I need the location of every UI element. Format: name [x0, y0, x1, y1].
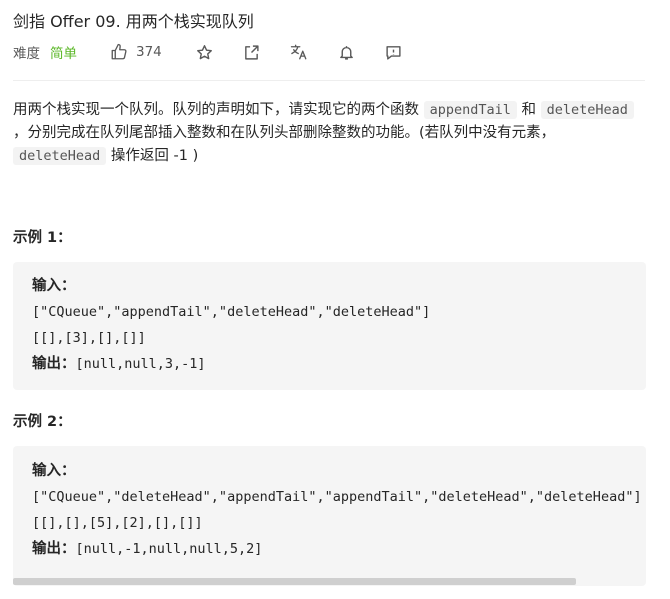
- example-input-label: 输入：: [32, 278, 76, 294]
- example-input-line: ["CQueue","appendTail","deleteHead","del…: [32, 304, 431, 320]
- example-input-label: 输入：: [32, 463, 76, 479]
- description-text: 和: [516, 102, 541, 118]
- example-output-value: [null,-1,null,null,5,2]: [75, 541, 263, 557]
- feedback-button[interactable]: [385, 44, 402, 61]
- bell-icon: [339, 45, 353, 60]
- problem-description: 用两个栈实现一个队列。队列的声明如下，请实现它的两个函数 appendTail …: [13, 99, 645, 168]
- share-button[interactable]: [243, 44, 260, 61]
- example-output-label: 输出：: [32, 356, 76, 372]
- divider: [13, 80, 645, 81]
- example-output-line: 输出：[null,-1,null,null,5,2]: [32, 536, 646, 562]
- example-2-block: 输入： ["CQueue","deleteHead","appendTail",…: [13, 446, 646, 586]
- subscribe-button[interactable]: [338, 44, 355, 61]
- example-input-line: [[],[],[5],[2],[],[]]: [32, 515, 203, 531]
- example-input-line: ["CQueue","deleteHead","appendTail","app…: [32, 489, 642, 505]
- star-icon: [196, 44, 212, 59]
- thumbs-up-icon: [111, 43, 127, 60]
- example-output-line: 输出：[null,null,3,-1]: [32, 351, 646, 377]
- description-text: 操作返回 -1 ): [106, 148, 199, 164]
- example-1-block: 输入： ["CQueue","appendTail","deleteHead",…: [13, 262, 646, 390]
- problem-title: 剑指 Offer 09. 用两个栈实现队列: [13, 12, 254, 31]
- example-1-title: 示例 1：: [13, 230, 72, 246]
- inline-code-deletehead: deleteHead: [13, 147, 107, 165]
- inline-code-appendtail: appendTail: [423, 101, 517, 119]
- description-text: ，分别完成在队列尾部插入整数和在队列头部删除整数的功能。(若队列中没有元素，: [13, 125, 556, 141]
- like-button[interactable]: 374: [110, 43, 162, 61]
- example-output-value: [null,null,3,-1]: [75, 356, 206, 372]
- horizontal-scrollbar[interactable]: [13, 578, 576, 585]
- example-2-title: 示例 2：: [13, 414, 72, 430]
- translate-button[interactable]: [290, 43, 308, 61]
- share-icon: [244, 44, 259, 60]
- inline-code-deletehead: deleteHead: [540, 101, 634, 119]
- problem-meta-bar: 难度 简单 374: [13, 41, 402, 63]
- example-input-line: [[],[3],[],[]]: [32, 330, 146, 346]
- difficulty-value: 简单: [50, 46, 77, 62]
- example-output-label: 输出：: [32, 541, 76, 557]
- favorite-button[interactable]: [196, 44, 213, 61]
- description-text: 用两个栈实现一个队列。队列的声明如下，请实现它的两个函数: [13, 102, 424, 118]
- feedback-icon: [386, 45, 401, 60]
- like-count: 374: [136, 44, 162, 60]
- difficulty-label: 难度: [13, 46, 40, 62]
- translate-icon: [290, 44, 307, 60]
